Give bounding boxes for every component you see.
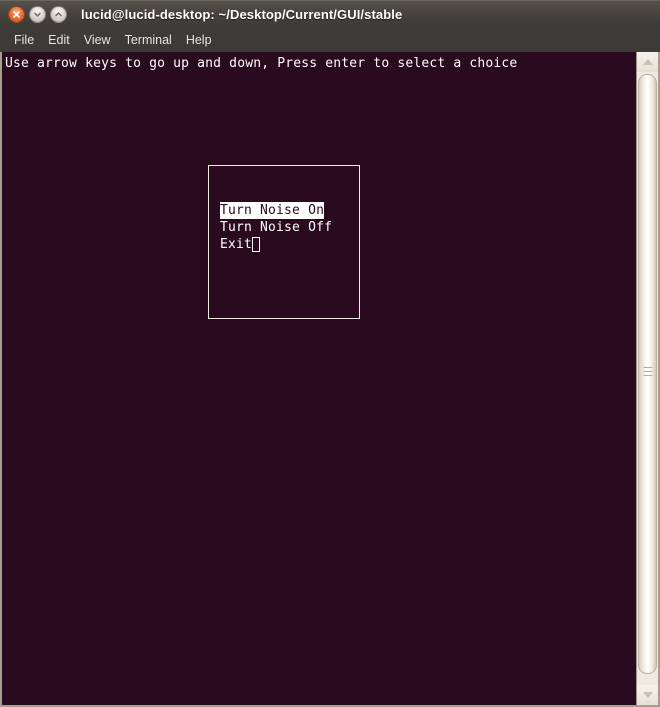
list-item[interactable]: Turn Noise Off bbox=[220, 219, 332, 236]
menu-item-help[interactable]: Help bbox=[179, 31, 219, 49]
menu-item-view[interactable]: View bbox=[77, 31, 118, 49]
grip-line bbox=[643, 375, 652, 376]
maximize-button[interactable] bbox=[50, 6, 67, 23]
chevron-down-icon bbox=[34, 12, 41, 17]
scrollbar-grip bbox=[643, 367, 652, 376]
list-item[interactable]: Exit bbox=[220, 236, 332, 253]
grip-line bbox=[643, 371, 652, 372]
list-item[interactable]: Turn Noise On bbox=[220, 202, 332, 219]
minimize-button[interactable] bbox=[29, 6, 46, 23]
text-cursor bbox=[252, 237, 261, 252]
window-title: lucid@lucid-desktop: ~/Desktop/Current/G… bbox=[81, 7, 403, 22]
menu-item-file[interactable]: File bbox=[7, 31, 41, 49]
menu-item-edit[interactable]: Edit bbox=[41, 31, 77, 49]
menu-item-terminal[interactable]: Terminal bbox=[118, 31, 179, 49]
close-button[interactable] bbox=[8, 6, 25, 23]
window-titlebar: lucid@lucid-desktop: ~/Desktop/Current/G… bbox=[0, 0, 660, 28]
terminal-window: lucid@lucid-desktop: ~/Desktop/Current/G… bbox=[0, 0, 660, 707]
scroll-down-icon bbox=[642, 692, 653, 698]
close-icon bbox=[13, 11, 20, 18]
scroll-up-icon bbox=[642, 59, 653, 65]
choice-turn-noise-off[interactable]: Turn Noise Off bbox=[220, 219, 332, 236]
scrollbar[interactable] bbox=[636, 52, 660, 707]
terminal-screen[interactable]: Use arrow keys to go up and down, Press … bbox=[2, 52, 638, 703]
choice-exit[interactable]: Exit bbox=[220, 236, 252, 253]
scrollbar-track[interactable] bbox=[637, 72, 658, 685]
grip-line bbox=[643, 367, 652, 368]
choice-turn-noise-on[interactable]: Turn Noise On bbox=[220, 202, 325, 219]
terminal-area: Use arrow keys to go up and down, Press … bbox=[0, 52, 660, 707]
choice-list: Turn Noise On Turn Noise Off Exit bbox=[220, 202, 332, 253]
scroll-down-button[interactable] bbox=[637, 685, 658, 705]
choice-dialog: Turn Noise On Turn Noise Off Exit bbox=[208, 165, 360, 319]
scroll-up-button[interactable] bbox=[637, 52, 658, 72]
menubar: File Edit View Terminal Help bbox=[0, 28, 660, 52]
instruction-text: Use arrow keys to go up and down, Press … bbox=[5, 56, 518, 71]
window-controls bbox=[8, 6, 67, 23]
chevron-up-icon bbox=[55, 12, 62, 17]
